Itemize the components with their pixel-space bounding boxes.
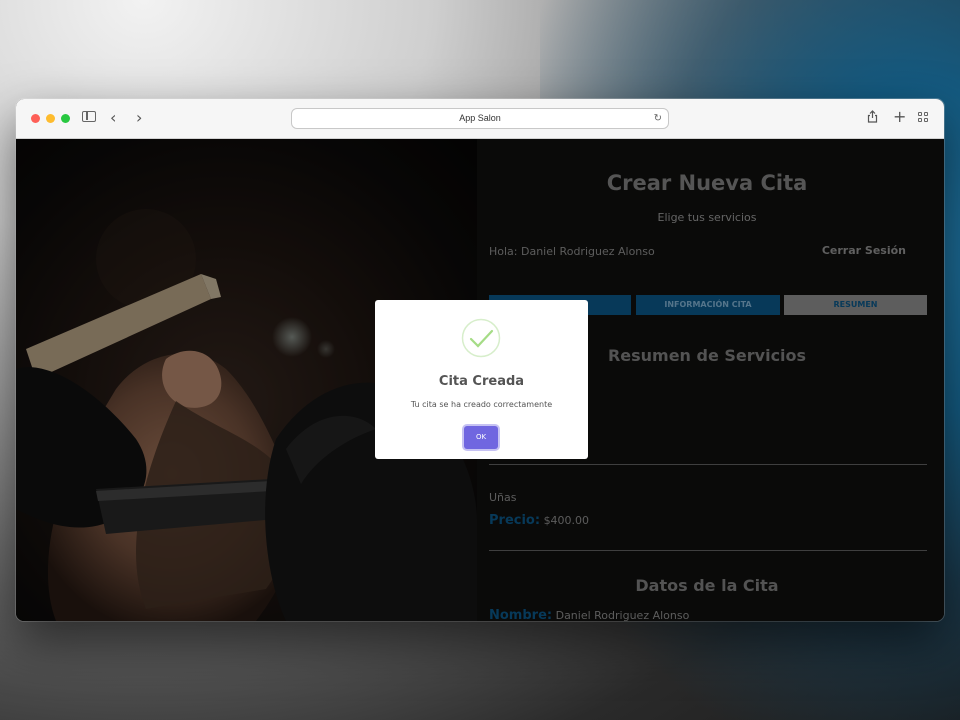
- address-bar[interactable]: App Salon ↻: [291, 108, 669, 129]
- minimize-window-button[interactable]: [46, 114, 55, 123]
- sidebar-toggle-icon[interactable]: [82, 111, 96, 122]
- ok-button[interactable]: OK: [464, 426, 498, 449]
- zoom-window-button[interactable]: [61, 114, 70, 123]
- back-icon[interactable]: ‹: [110, 109, 116, 127]
- reload-icon[interactable]: ↻: [654, 109, 662, 128]
- browser-window: ‹ › App Salon ↻ + Crear Nueva Cita Elige…: [16, 99, 944, 621]
- new-tab-icon[interactable]: +: [893, 108, 906, 126]
- share-icon[interactable]: [867, 110, 878, 129]
- address-bar-text: App Salon: [459, 113, 501, 123]
- dialog-title: Cita Creada: [438, 374, 525, 389]
- forward-icon[interactable]: ›: [136, 109, 142, 127]
- dialog-message: Tu cita se ha creado correctamente: [410, 400, 553, 409]
- browser-toolbar: ‹ › App Salon ↻ +: [16, 99, 944, 139]
- close-window-button[interactable]: [31, 114, 40, 123]
- tab-overview-icon[interactable]: [918, 112, 928, 122]
- success-dialog: Cita Creada Tu cita se ha creado correct…: [375, 300, 588, 459]
- page-content: Crear Nueva Cita Elige tus servicios Hol…: [16, 139, 944, 621]
- success-check-icon: [461, 318, 501, 358]
